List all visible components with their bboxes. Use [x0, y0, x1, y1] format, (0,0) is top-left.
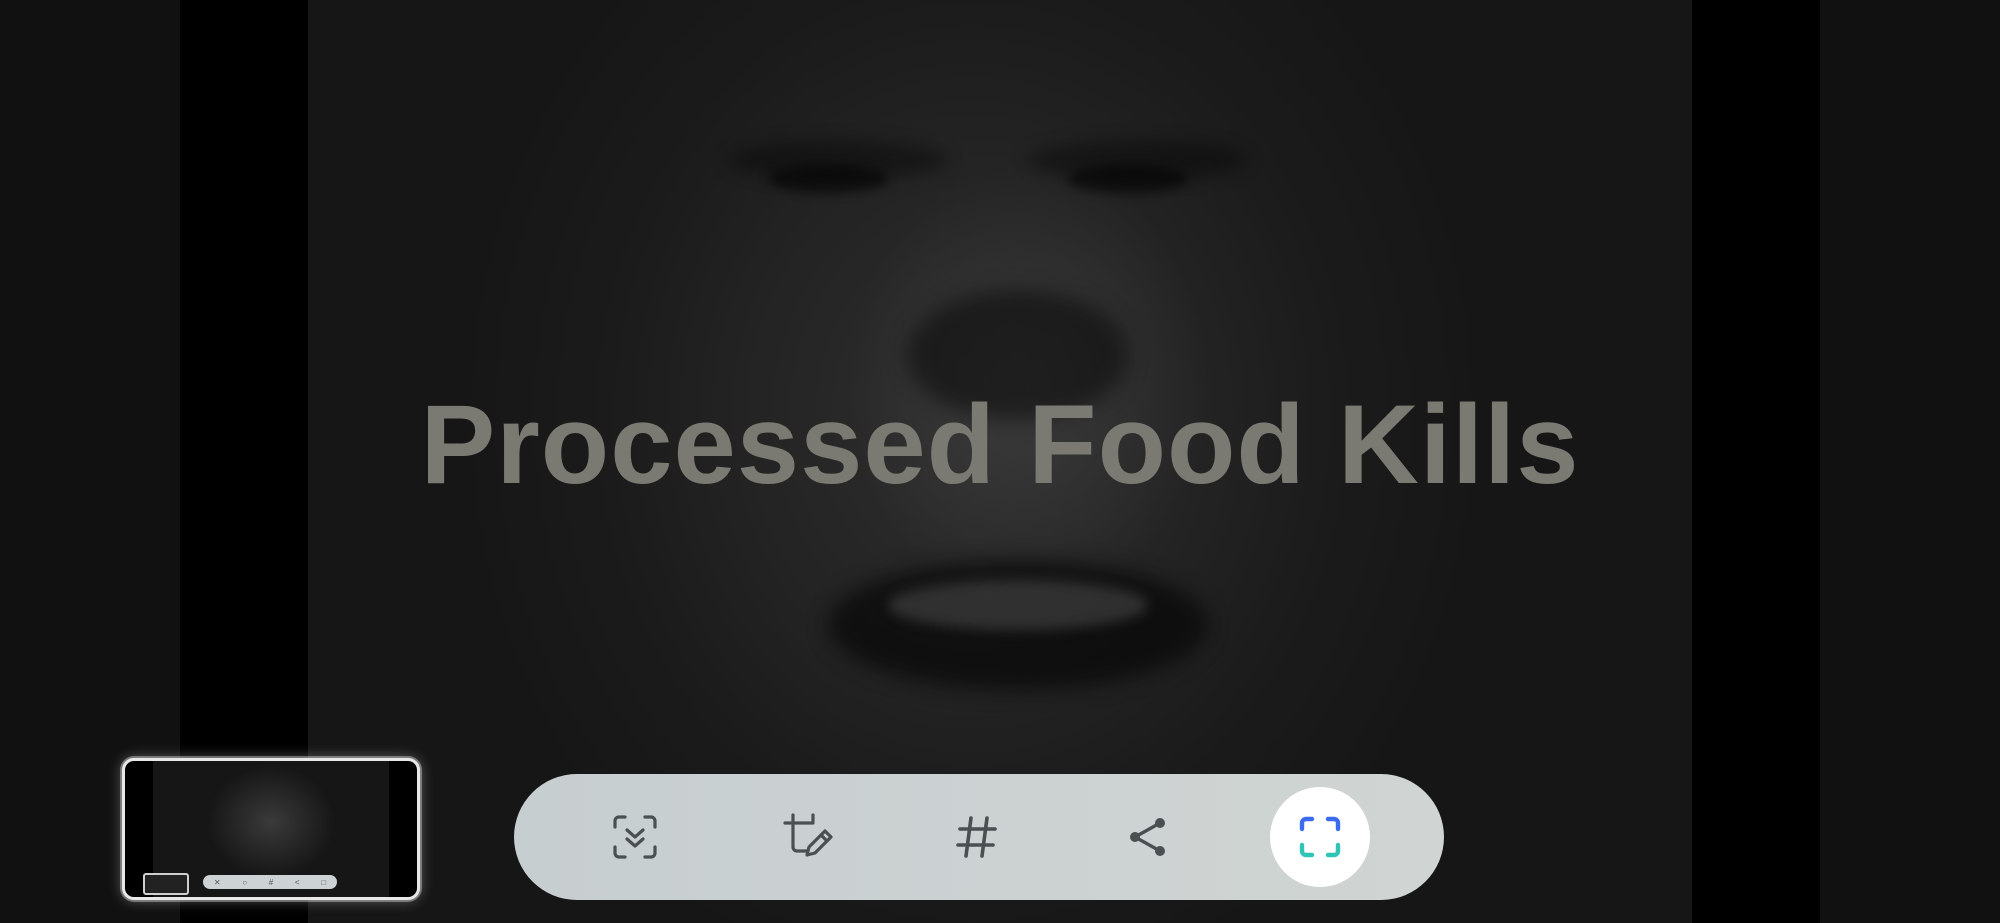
thumbnail-mini-toolbar: ✕ ○ # < □ — [203, 875, 337, 889]
thumbnail-glyph: □ — [321, 877, 327, 887]
thumbnail-mini-preview — [143, 873, 189, 895]
left-eye-shadow — [768, 165, 888, 193]
tag-button[interactable] — [927, 787, 1027, 887]
headline-text: Processed Food Kills — [420, 382, 1580, 507]
thumbnail-glyph: < — [294, 877, 300, 887]
screenshot-thumbnail[interactable]: ✕ ○ # < □ — [122, 758, 420, 900]
thumbnail-glyph: ✕ — [213, 877, 221, 887]
share-button[interactable] — [1098, 787, 1198, 887]
scroll-capture-icon — [613, 815, 657, 859]
teeth-highlight — [888, 580, 1148, 630]
screenshot-viewer: Processed Food Kills ✕ ○ # < □ — [0, 0, 2000, 923]
smart-select-icon — [1299, 816, 1341, 858]
crop-edit-button[interactable] — [757, 787, 857, 887]
screenshot-toolbar — [514, 774, 1444, 900]
crop-edit-icon — [783, 813, 833, 857]
right-eye-shadow — [1068, 165, 1188, 193]
share-icon — [1130, 818, 1165, 856]
thumbnail-glyph: # — [268, 877, 274, 887]
hashtag-icon — [956, 816, 997, 858]
smart-select-button[interactable] — [1270, 787, 1370, 887]
scroll-capture-button[interactable] — [585, 787, 685, 887]
thumbnail-glyph: ○ — [242, 877, 248, 887]
